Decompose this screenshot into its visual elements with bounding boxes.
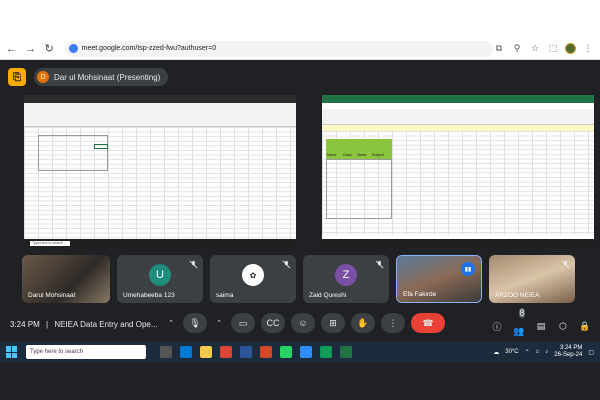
camera-button[interactable]: ▭: [231, 313, 255, 333]
tray-chevron-icon[interactable]: ⌃: [525, 349, 530, 356]
whatsapp-icon[interactable]: [280, 346, 292, 358]
task-view-icon[interactable]: [160, 346, 172, 358]
participant-tile[interactable]: ✿ saima: [210, 255, 296, 303]
more-options-button[interactable]: ⋮: [381, 313, 405, 333]
picture-in-picture-button[interactable]: ⎘: [8, 68, 26, 86]
header-cell: Class: [343, 153, 352, 157]
header-cell: Subject: [372, 153, 384, 157]
participant-name: ARZOO NEIEA: [495, 292, 540, 299]
participant-avatar: ✿: [242, 264, 264, 286]
system-clock[interactable]: 3:24 PM 26-Sep-24: [554, 345, 582, 359]
letterbox-bottom: [0, 362, 600, 400]
participant-tile[interactable]: ▮▮ Efa Fakirde: [396, 255, 482, 303]
mic-off-icon: [189, 260, 198, 269]
leave-call-button[interactable]: ☎: [411, 313, 445, 333]
search-placeholder: Type here to search: [30, 349, 84, 355]
header-cell: Name: [327, 153, 337, 157]
windows-start-icon[interactable]: [6, 346, 18, 358]
people-icon[interactable]: 8👥: [512, 308, 526, 337]
volume-icon[interactable]: ♪: [545, 349, 548, 355]
shared-screen-left: Type here to search: [24, 95, 296, 247]
participant-tile[interactable]: U Umehabeeba 123: [117, 255, 203, 303]
captions-button[interactable]: CC: [261, 313, 285, 333]
header-cell: Marks: [357, 153, 367, 157]
meet-control-bar: 3:24 PM | NEIEA Data Entry and Ope... ⌃ …: [0, 308, 600, 342]
participant-name: Zaid Qureshi: [309, 292, 347, 299]
chrome-icon[interactable]: [220, 346, 232, 358]
taskbar-search-input[interactable]: Type here to search: [26, 345, 146, 359]
raise-hand-button[interactable]: ✋: [351, 313, 375, 333]
participant-avatar: Z: [335, 264, 357, 286]
browser-toolbar: ← → ↻ meet.google.com/tsp-zzed-fwu?authu…: [0, 38, 600, 60]
chrome-alt-icon[interactable]: [320, 346, 332, 358]
weather-icon[interactable]: ☁: [493, 349, 499, 356]
profile-avatar[interactable]: [565, 43, 576, 54]
bookmark-star-icon[interactable]: ☆: [529, 43, 541, 54]
participant-tile[interactable]: Z Zaid Qureshi: [303, 255, 389, 303]
powerpoint-icon[interactable]: [260, 346, 272, 358]
mic-options-chevron-icon[interactable]: ⌃: [165, 313, 177, 333]
mini-search-box: Type here to search: [30, 240, 70, 246]
chrome-menu-icon[interactable]: ⋮: [582, 43, 594, 54]
back-icon[interactable]: ←: [4, 41, 19, 57]
temperature: 30°C: [505, 349, 519, 355]
url-text: meet.google.com/tsp-zzed-fwu?authuser=0: [81, 45, 217, 52]
participant-name: Umehabeeba 123: [123, 292, 175, 299]
browser-tab-strip: [0, 0, 600, 38]
participant-tile[interactable]: Darul Mohsinaat: [22, 255, 110, 303]
mini-taskbar: [322, 239, 594, 247]
presenter-chip: D Dar ul Mohsinaat (Presenting): [34, 68, 169, 86]
activities-icon[interactable]: ⬡: [556, 321, 570, 332]
file-explorer-icon[interactable]: [200, 346, 212, 358]
spreadsheet-grid: [24, 127, 296, 239]
clock-date: 26-Sep-24: [554, 352, 583, 358]
host-controls-icon[interactable]: 🔒: [578, 321, 592, 332]
cast-icon[interactable]: ⧉: [493, 43, 505, 54]
forward-icon[interactable]: →: [23, 41, 38, 57]
mic-off-icon: [561, 260, 570, 269]
excel-icon[interactable]: [340, 346, 352, 358]
meeting-info-icon[interactable]: ⓘ: [490, 320, 504, 333]
word-icon[interactable]: [240, 346, 252, 358]
present-screen-button[interactable]: ⊞: [321, 313, 345, 333]
reload-icon[interactable]: ↻: [42, 41, 57, 57]
shared-screen-right: Name Class Marks Subject: [322, 95, 594, 247]
site-info-icon[interactable]: [68, 44, 78, 53]
address-bar[interactable]: meet.google.com/tsp-zzed-fwu?authuser=0: [64, 40, 493, 57]
mic-button[interactable]: 🎙: [183, 313, 207, 333]
participant-avatar: U: [149, 264, 171, 286]
emoji-reaction-button[interactable]: ☺: [291, 313, 315, 333]
meeting-time: 3:24 PM: [10, 320, 40, 329]
extensions-icon[interactable]: ⬚: [547, 43, 559, 54]
meeting-title: NEIEA Data Entry and Ope...: [54, 320, 158, 329]
meeting-info: 3:24 PM | NEIEA Data Entry and Ope...: [10, 320, 158, 329]
notifications-icon[interactable]: ▢: [588, 349, 594, 356]
meet-stage: ⎘ D Dar ul Mohsinaat (Presenting) Type h…: [0, 60, 600, 342]
zoom-app-icon[interactable]: [300, 346, 312, 358]
separator: |: [46, 320, 49, 329]
participant-tile[interactable]: ARZOO NEIEA: [489, 255, 575, 303]
network-icon[interactable]: ⌂: [536, 349, 540, 355]
participant-name: saima: [216, 292, 234, 299]
participant-name: Efa Fakirde: [403, 291, 437, 298]
participant-strip: Darul Mohsinaat U Umehabeeba 123 ✿ saima…: [22, 255, 578, 303]
chat-icon[interactable]: ▤: [534, 321, 548, 332]
mini-taskbar: Type here to search: [24, 239, 296, 247]
camera-options-chevron-icon[interactable]: ⌃: [213, 313, 225, 333]
mic-off-icon: [282, 260, 291, 269]
edge-icon[interactable]: [180, 346, 192, 358]
clock-time: 3:24 PM: [559, 345, 583, 351]
windows-taskbar: Type here to search ☁ 30°C ⌃ ⌂ ♪ 3:24 PM…: [0, 342, 600, 362]
presenter-avatar: D: [37, 71, 49, 83]
zoom-icon[interactable]: ⚲: [511, 43, 523, 54]
participants-count-badge: 8: [519, 308, 525, 318]
mic-off-icon: [375, 260, 384, 269]
spreadsheet-grid: Name Class Marks Subject: [322, 131, 594, 235]
speaking-indicator-icon: ▮▮: [461, 262, 475, 276]
participant-name: Darul Mohsinaat: [28, 292, 76, 299]
presenter-label: Dar ul Mohsinaat (Presenting): [54, 72, 161, 82]
